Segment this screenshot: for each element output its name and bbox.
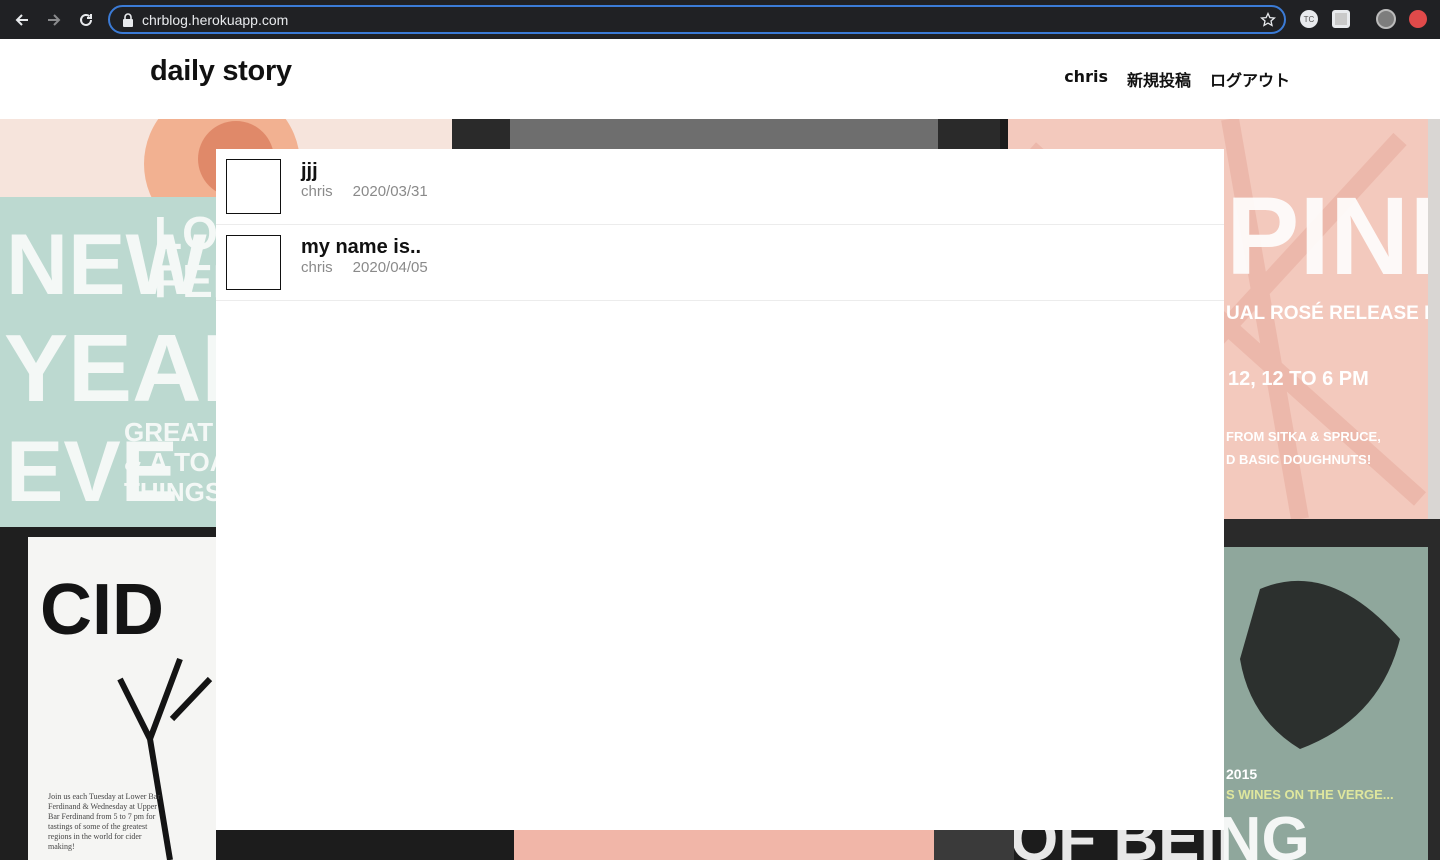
post-meta: chris 2020/04/05 bbox=[301, 259, 428, 276]
post-list-panel: jjj chris 2020/03/31 my name is.. chris … bbox=[216, 149, 1224, 830]
extension-tc-label: TC bbox=[1303, 14, 1315, 24]
poster-text-rose: UAL ROSÉ RELEASE PARTY bbox=[1226, 302, 1440, 324]
poster-text-doughnuts: D BASIC DOUGHNUTS! bbox=[1226, 452, 1371, 467]
poster-cider-line3: Bar Ferdinand from 5 to 7 pm for bbox=[48, 812, 156, 821]
extension-window-icon[interactable] bbox=[1332, 10, 1350, 28]
poster-right-edge bbox=[1428, 119, 1440, 539]
post-date: 2020/04/05 bbox=[352, 259, 428, 276]
address-bar[interactable]: chrblog.herokuapp.com bbox=[108, 5, 1286, 34]
poster-cider-line4: tastings of some of the greatest bbox=[48, 822, 148, 831]
reload-button[interactable] bbox=[70, 4, 102, 36]
poster-text-2015: 2015 bbox=[1226, 766, 1257, 782]
poster-cider-line5: regions in the world for cider bbox=[48, 832, 142, 841]
poster-bottom-dark bbox=[934, 830, 1014, 860]
post-thumbnail[interactable] bbox=[226, 235, 281, 290]
forward-button[interactable] bbox=[38, 4, 70, 36]
extension-tc-icon[interactable]: TC bbox=[1300, 10, 1318, 28]
post-thumbnail[interactable] bbox=[226, 159, 281, 214]
post-title[interactable]: my name is.. bbox=[301, 236, 421, 259]
post-author: chris bbox=[301, 183, 333, 200]
post-meta: chris 2020/03/31 bbox=[301, 183, 428, 200]
arrow-right-icon bbox=[48, 14, 61, 26]
site-header: daily story chris 新規投稿 ログアウト bbox=[0, 39, 1440, 119]
nav-new-post-link[interactable]: 新規投稿 bbox=[1127, 67, 1191, 91]
browser-toolbar: chrblog.herokuapp.com TC bbox=[0, 0, 1440, 39]
post-item[interactable]: my name is.. chris 2020/04/05 bbox=[216, 225, 1224, 301]
post-date: 2020/03/31 bbox=[352, 183, 428, 200]
post-item[interactable]: jjj chris 2020/03/31 bbox=[216, 149, 1224, 225]
poster-top-middle-inner bbox=[510, 119, 938, 149]
poster-cider-line6: making! bbox=[48, 842, 75, 851]
arrow-left-icon bbox=[15, 14, 28, 26]
back-button[interactable] bbox=[6, 4, 38, 36]
poster-text-wines: S WINES ON THE VERGE... bbox=[1226, 787, 1394, 802]
post-author: chris bbox=[301, 259, 333, 276]
post-title[interactable]: jjj bbox=[301, 160, 318, 183]
reload-icon bbox=[80, 13, 92, 26]
poster-text-pink: PINK bbox=[1226, 175, 1440, 298]
header-nav: chris 新規投稿 ログアウト bbox=[1064, 67, 1290, 91]
site-logo[interactable]: daily story bbox=[150, 55, 292, 88]
extension-red-icon[interactable] bbox=[1409, 10, 1427, 28]
poster-text-sitka: FROM SITKA & SPRUCE, bbox=[1226, 429, 1381, 444]
nav-user-link[interactable]: chris bbox=[1064, 67, 1108, 91]
nav-logout-link[interactable]: ログアウト bbox=[1210, 67, 1290, 91]
bookmark-star-icon[interactable] bbox=[1260, 12, 1276, 28]
poster-cider-line1: Join us each Tuesday at Lower Bar bbox=[48, 792, 160, 801]
poster-cider-line2: Ferdinand & Wednesday at Upper bbox=[48, 802, 157, 811]
poster-text-cid: CID bbox=[40, 570, 164, 650]
lock-icon bbox=[123, 12, 133, 27]
poster-text-time: 12, 12 TO 6 PM bbox=[1228, 368, 1369, 390]
profile-avatar[interactable] bbox=[1376, 9, 1396, 29]
url-text: chrblog.herokuapp.com bbox=[142, 11, 289, 28]
poster-bottom-pink bbox=[514, 830, 934, 860]
